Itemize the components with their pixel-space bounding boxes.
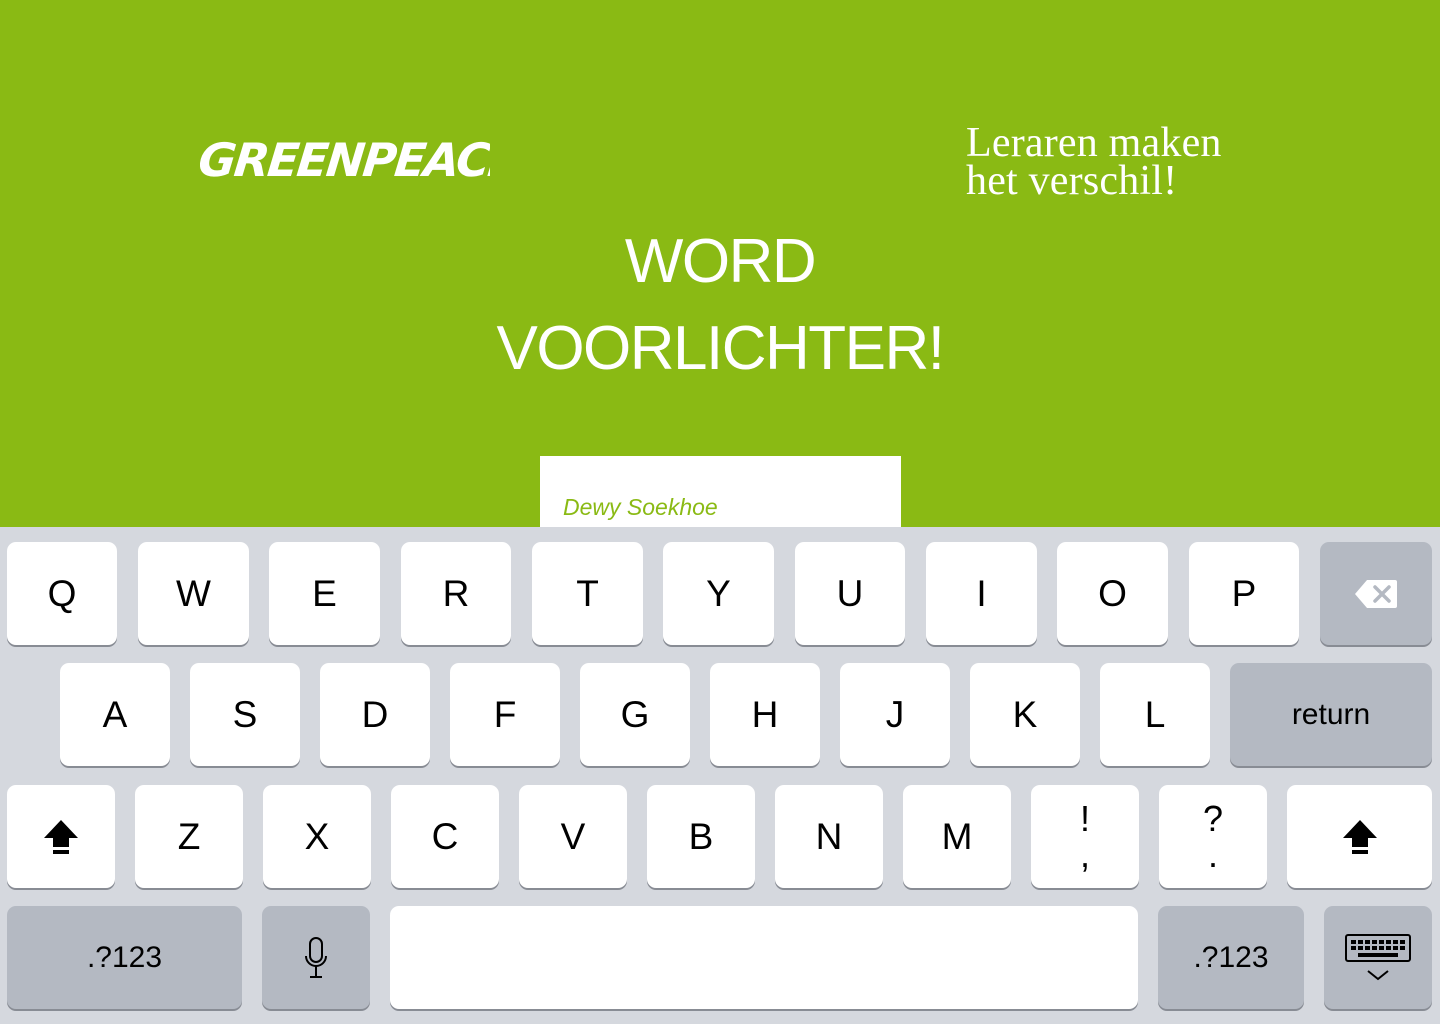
shift-icon (44, 819, 78, 854)
key-d[interactable]: D (320, 663, 430, 766)
header-banner: GREENPEACE Leraren maken het verschil! W… (0, 0, 1440, 527)
key-x[interactable]: X (263, 785, 371, 888)
return-key[interactable]: return (1230, 663, 1432, 766)
key-exclamation-comma[interactable]: ! , (1031, 785, 1139, 888)
key-j[interactable]: J (840, 663, 950, 766)
numbers-key-right[interactable]: .?123 (1158, 906, 1304, 1009)
key-k[interactable]: K (970, 663, 1080, 766)
key-b[interactable]: B (647, 785, 755, 888)
backspace-icon (1355, 579, 1397, 608)
key-u[interactable]: U (795, 542, 905, 645)
key-e[interactable]: E (269, 542, 380, 645)
key-c[interactable]: C (391, 785, 499, 888)
key-r[interactable]: R (401, 542, 511, 645)
name-input[interactable] (540, 456, 901, 528)
greenpeace-logo: GREENPEACE (200, 128, 490, 188)
key-q[interactable]: Q (7, 542, 117, 645)
key-g[interactable]: G (580, 663, 690, 766)
key-z[interactable]: Z (135, 785, 243, 888)
dictation-key[interactable] (262, 906, 370, 1009)
tagline: Leraren maken het verschil! (966, 120, 1296, 204)
key-i[interactable]: I (926, 542, 1037, 645)
key-p[interactable]: P (1189, 542, 1299, 645)
key-n[interactable]: N (775, 785, 883, 888)
shift-key-left[interactable] (7, 785, 115, 888)
key-o[interactable]: O (1057, 542, 1168, 645)
key-exclamation-label: ! (1079, 797, 1090, 839)
key-question-label: ? (1202, 797, 1224, 839)
key-l[interactable]: L (1100, 663, 1210, 766)
on-screen-keyboard: Q W E R T Y U I O P A S D F G H J K L re… (0, 527, 1440, 1024)
key-y[interactable]: Y (663, 542, 774, 645)
key-w[interactable]: W (138, 542, 249, 645)
shift-icon (1342, 819, 1377, 854)
key-t[interactable]: T (532, 542, 643, 645)
numbers-key-left[interactable]: .?123 (7, 906, 242, 1009)
key-comma-label: , (1079, 833, 1090, 875)
space-key[interactable] (390, 906, 1138, 1009)
tagline-line-2: het verschil! (966, 158, 1178, 204)
shift-key-right[interactable] (1287, 785, 1432, 888)
logo-text: GREENPEACE (200, 133, 490, 187)
headline-line-2: VOORLICHTER! (496, 314, 945, 383)
headline-line-1: WORD (624, 227, 817, 296)
key-s[interactable]: S (190, 663, 300, 766)
key-m[interactable]: M (903, 785, 1011, 888)
tagline-line-1: Leraren maken (966, 120, 1222, 166)
key-v[interactable]: V (519, 785, 627, 888)
backspace-key[interactable] (1320, 542, 1432, 645)
hide-keyboard-icon (1345, 933, 1411, 980)
hide-keyboard-key[interactable] (1324, 906, 1432, 1009)
key-question-period[interactable]: ? . (1159, 785, 1267, 888)
key-period-label: . (1207, 833, 1218, 875)
microphone-icon (305, 936, 327, 978)
key-h[interactable]: H (710, 663, 820, 766)
key-f[interactable]: F (450, 663, 560, 766)
key-a[interactable]: A (60, 663, 170, 766)
